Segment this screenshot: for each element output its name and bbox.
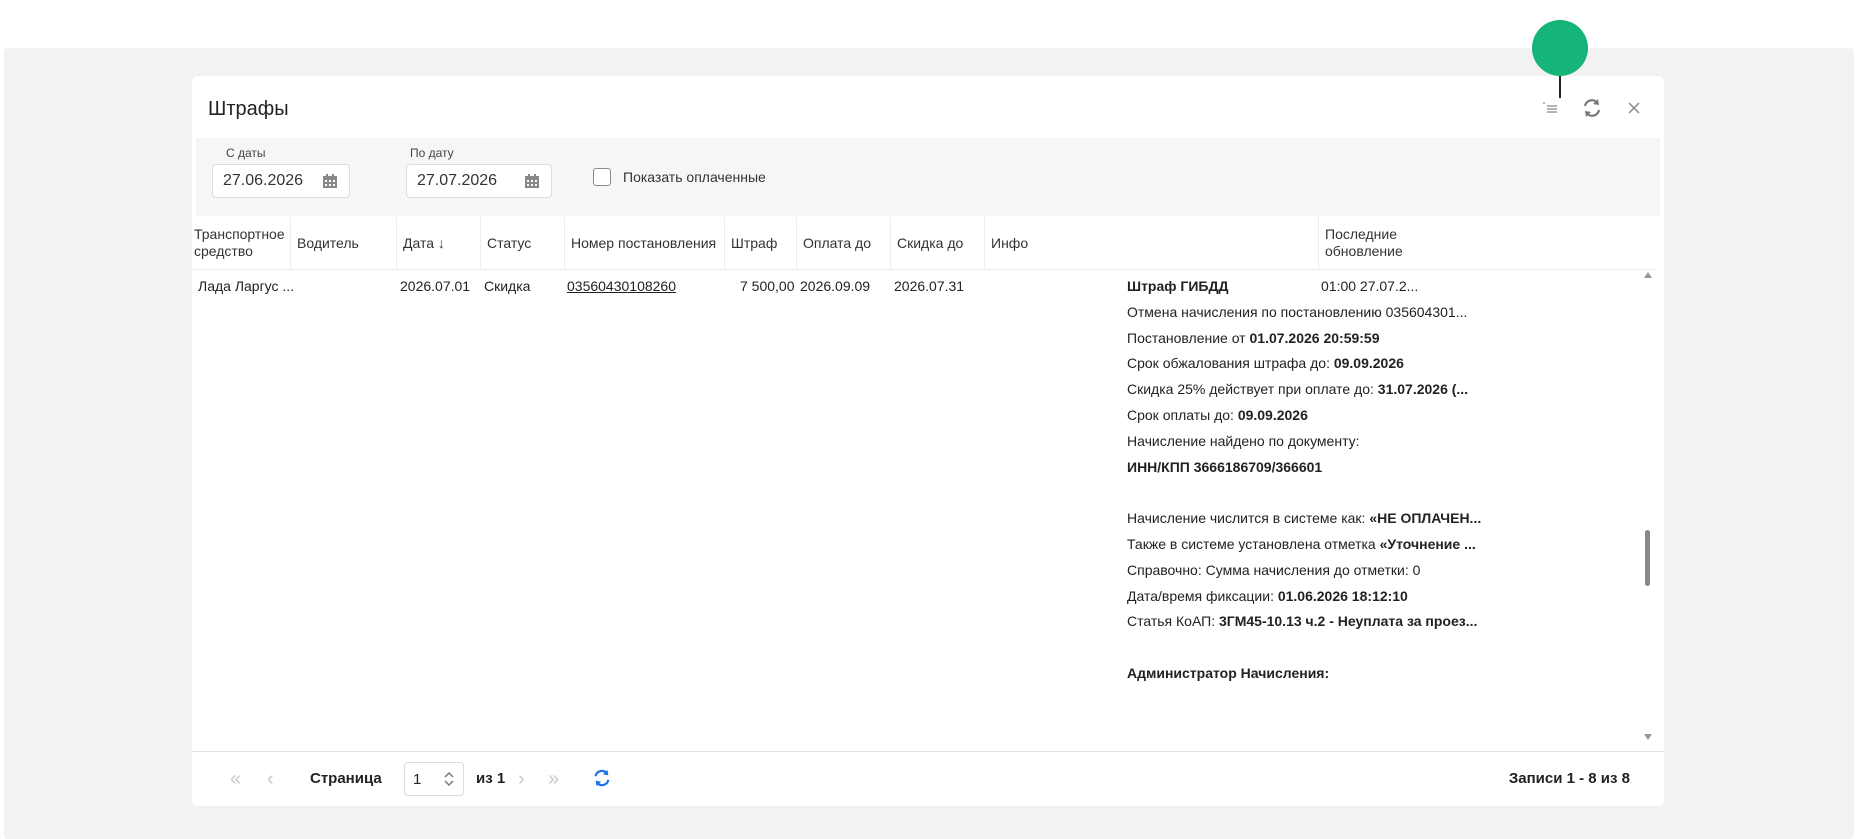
info-line: Скидка 25% действует при оплате до: 31.0… (1127, 381, 1468, 397)
col-date[interactable]: Дата ↓ (396, 217, 480, 269)
refresh-icon[interactable] (1580, 96, 1604, 120)
next-page-icon[interactable]: › (518, 768, 525, 791)
col-discount-until[interactable]: Скидка до (890, 217, 984, 269)
info-value: ИНН/КПП 3666186709/366601 (1127, 458, 1323, 475)
table-scrollbar[interactable] (1642, 272, 1654, 740)
page-of-label: из 1 (476, 770, 506, 787)
page-number-value: 1 (413, 770, 422, 788)
filter-bar: С даты 27.06.2026 По дату 27.07.2026 Пок… (196, 138, 1660, 216)
info-value: 09.09.2026 (1237, 407, 1308, 423)
info-text: Справочно: Сумма начисления до отметки: … (1127, 561, 1421, 578)
cell-pay-until: 2026.09.09 (800, 278, 871, 294)
info-text: Также в системе установлена отметка (1127, 536, 1380, 552)
show-paid-toggle[interactable]: Показать оплаченные (593, 168, 766, 186)
cell-updated: 01:00 27.07.2... (1321, 278, 1419, 294)
info-line: Штраф ГИБДД (1127, 278, 1228, 294)
info-text: Срок обжалования штрафа до: (1127, 355, 1334, 372)
cell-date: 2026.07.01 (400, 278, 471, 294)
scroll-thumb[interactable] (1645, 530, 1650, 586)
info-line: Отмена начисления по постановлению 03560… (1127, 304, 1467, 320)
info-line: Дата/время фиксации: 01.06.2026 18:12:10 (1127, 588, 1408, 604)
info-value: 01.06.2026 18:12:10 (1277, 587, 1408, 604)
info-line: Срок оплаты до: 09.09.2026 (1127, 407, 1308, 423)
columns-icon[interactable] (1538, 96, 1562, 120)
stepper-icon[interactable] (443, 770, 455, 788)
info-line: Справочно: Сумма начисления до отметки: … (1127, 562, 1420, 578)
scroll-up-arrow[interactable] (1644, 272, 1652, 278)
from-date-value: 27.06.2026 (223, 172, 304, 189)
info-value: Штраф ГИБДД (1127, 278, 1229, 294)
info-value: «НЕ ОПЛАЧЕН... (1369, 510, 1482, 527)
cursor-marker (1532, 20, 1588, 76)
records-count: Записи 1 - 8 из 8 (1508, 770, 1630, 787)
panel-title: Штрафы (208, 98, 289, 120)
info-value: 09.09.2026 (1333, 355, 1404, 372)
to-date-label: По дату (410, 146, 454, 160)
panel-toolbar (1538, 96, 1646, 120)
to-date-input[interactable]: 27.07.2026 (406, 164, 552, 198)
info-line: Начисление числится в системе как: «НЕ О… (1127, 510, 1481, 526)
col-info[interactable]: Инфо (984, 217, 1318, 269)
pager-refresh-icon[interactable] (592, 768, 612, 792)
calendar-icon[interactable] (523, 172, 541, 190)
info-text: Статья КоАП: (1127, 613, 1219, 630)
close-icon[interactable] (1622, 96, 1646, 120)
pager-bar: « ‹ Страница 1 из 1 › » Записи 1 - 8 из … (192, 751, 1664, 806)
calendar-icon[interactable] (321, 172, 339, 190)
info-value: 3ГМ45-10.13 ч.2 - Неуплата за проез... (1218, 613, 1478, 630)
cell-fine: 7 500,00 (740, 278, 795, 294)
info-text: Дата/время фиксации: (1127, 587, 1278, 604)
scroll-down-arrow[interactable] (1644, 734, 1652, 740)
page-label: Страница (310, 770, 382, 787)
show-paid-checkbox[interactable] (593, 168, 611, 186)
col-status[interactable]: Статус (480, 217, 564, 269)
col-pay-until[interactable]: Оплата до (796, 217, 890, 269)
info-line: Также в системе установлена отметка «Уто… (1127, 536, 1476, 552)
info-line: ИНН/КПП 3666186709/366601 (1127, 459, 1322, 475)
col-number[interactable]: Номер постановления (564, 217, 724, 269)
col-fine[interactable]: Штраф (724, 217, 796, 269)
info-line: Статья КоАП: 3ГМ45-10.13 ч.2 - Неуплата … (1127, 613, 1477, 629)
from-date-label: С даты (226, 146, 266, 160)
last-page-icon[interactable]: » (548, 768, 559, 791)
cursor-marker-stem (1559, 76, 1561, 98)
info-line: Постановление от 01.07.2026 20:59:59 (1127, 330, 1380, 346)
cell-discount-until: 2026.07.31 (894, 278, 965, 294)
info-text: Начисление числится в системе как: (1127, 510, 1370, 527)
to-date-group: По дату 27.07.2026 (406, 146, 552, 198)
page-number-input[interactable]: 1 (404, 762, 464, 796)
info-value: «Уточнение ... (1379, 536, 1476, 552)
info-text: Начисление найдено по документу: (1127, 432, 1360, 449)
first-page-icon[interactable]: « (230, 768, 241, 791)
cell-vehicle: Лада Ларгус ... (198, 278, 295, 294)
cell-status: Скидка (484, 278, 531, 294)
info-line: Начисление найдено по документу: (1127, 433, 1360, 449)
info-text: Отмена начисления по постановлению 03560… (1127, 303, 1468, 320)
from-date-input[interactable]: 27.06.2026 (212, 164, 350, 198)
info-text: Скидка 25% действует при оплате до: (1127, 381, 1378, 398)
col-vehicle[interactable]: Транспортное средство (192, 217, 290, 269)
info-line: Срок обжалования штрафа до: 09.09.2026 (1127, 355, 1404, 371)
prev-page-icon[interactable]: ‹ (267, 768, 274, 791)
to-date-value: 27.07.2026 (417, 172, 498, 189)
info-value: 31.07.2026 (... (1377, 381, 1469, 398)
show-paid-label: Показать оплаченные (623, 169, 766, 185)
from-date-group: С даты 27.06.2026 (212, 146, 350, 198)
info-line: Администратор Начисления: (1127, 665, 1329, 681)
table-header: Транспортное средство Водитель Дата ↓ Ста… (192, 217, 1656, 270)
cell-number-link[interactable]: 03560430108260 (567, 278, 676, 294)
col-updated[interactable]: Последние обновление (1318, 217, 1428, 269)
table-body: Лада Ларгус ... 2026.07.01 Скидка 035604… (192, 270, 1648, 742)
info-text: Постановление от (1127, 329, 1250, 346)
fines-panel: Штрафы С даты 27.06.2026 По дату 27.07.2… (192, 76, 1664, 806)
info-value: 01.07.2026 20:59:59 (1249, 329, 1380, 346)
info-text: Срок оплаты до: (1127, 407, 1238, 423)
info-value: Администратор Начисления: (1127, 665, 1330, 681)
col-driver[interactable]: Водитель (290, 217, 396, 269)
